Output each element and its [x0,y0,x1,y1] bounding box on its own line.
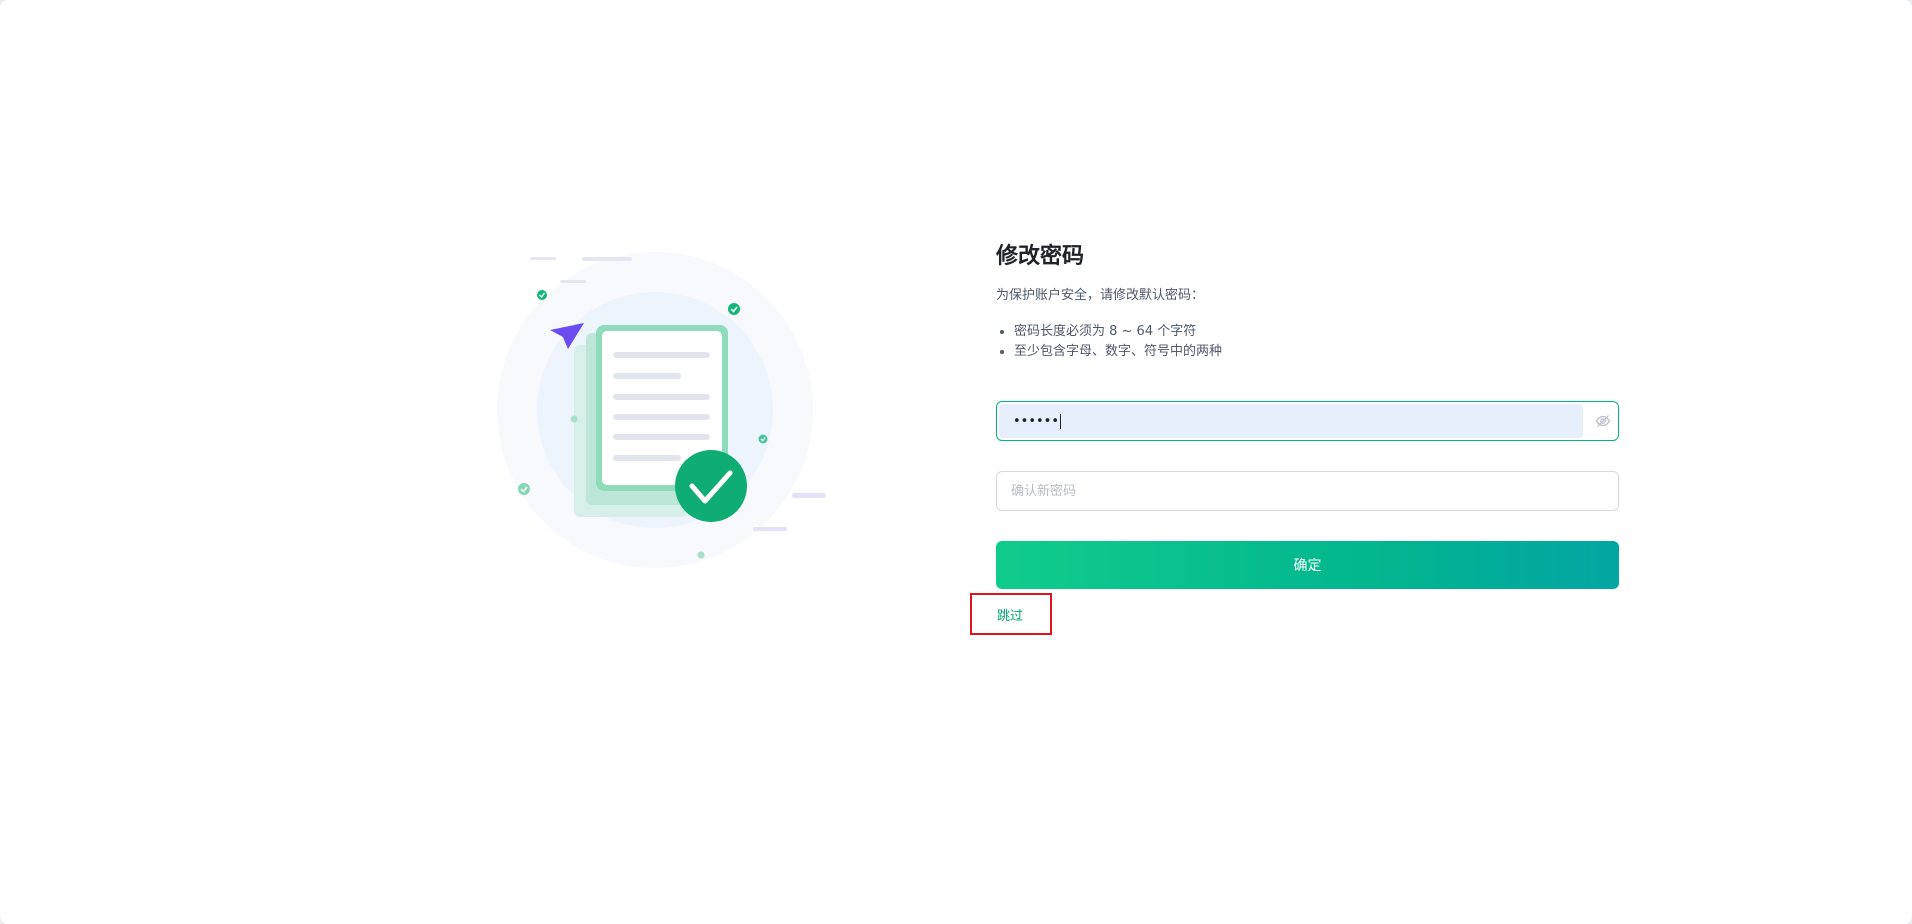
document-check-illustration [497,252,826,568]
change-password-form: 修改密码 为保护账户安全，请修改默认密码： 密码长度必须为 8 ~ 64 个字符… [970,240,1619,635]
confirm-button[interactable]: 确定 [996,541,1619,589]
rule-item: 至少包含字母、数字、符号中的两种 [1014,342,1619,362]
eye-off-icon[interactable] [1595,413,1611,429]
form-description: 为保护账户安全，请修改默认密码： [996,288,1205,303]
rule-item: 密码长度必须为 8 ~ 64 个字符 [1014,322,1619,342]
illustration [490,245,840,575]
confirm-password-field[interactable] [996,471,1619,511]
text-caret [1060,413,1062,429]
confirm-password-input[interactable] [997,473,1618,509]
skip-link[interactable]: 跳过 [997,605,1023,624]
new-password-field[interactable]: •••••• [996,401,1619,441]
password-rules: 密码长度必须为 8 ~ 64 个字符 至少包含字母、数字、符号中的两种 [996,322,1619,362]
page: 修改密码 为保护账户安全，请修改默认密码： 密码长度必须为 8 ~ 64 个字符… [0,0,1912,924]
new-password-input[interactable]: •••••• [999,404,1583,438]
page-title: 修改密码 [996,244,1085,269]
skip-highlight-box: 跳过 [970,593,1052,635]
new-password-value: •••••• [1013,413,1060,429]
